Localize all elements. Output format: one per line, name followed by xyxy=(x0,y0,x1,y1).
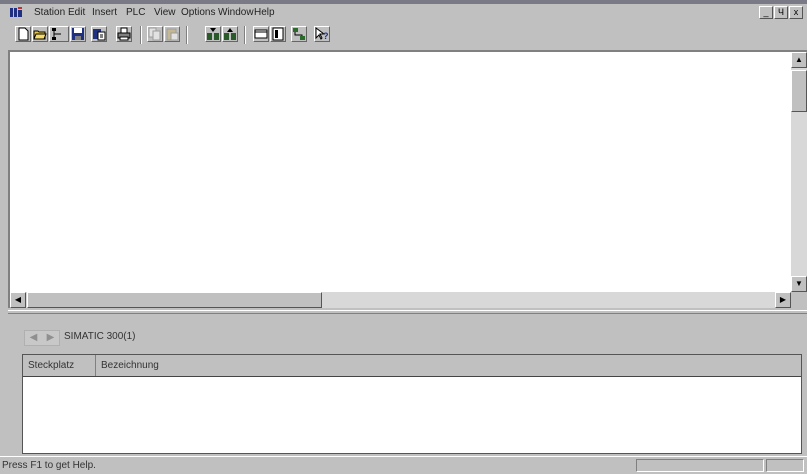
vertical-scroll-thumb[interactable] xyxy=(791,70,807,112)
catalog-button[interactable] xyxy=(253,26,269,42)
save-icon xyxy=(72,28,84,40)
status-text: Press F1 to get Help. xyxy=(2,460,96,471)
print-button[interactable] xyxy=(116,26,132,42)
menu-view[interactable]: View xyxy=(154,7,176,18)
svg-text:?: ? xyxy=(323,31,329,41)
horizontal-scroll-thumb[interactable] xyxy=(27,292,322,308)
app-icon[interactable] xyxy=(10,7,23,18)
properties-button[interactable] xyxy=(270,26,286,42)
status-bar: Press F1 to get Help. xyxy=(0,456,807,474)
arrow-down-icon: ▼ xyxy=(795,279,803,288)
toolbar-separator xyxy=(186,26,188,44)
menu-bar: Station Edit Insert PLC View Options Win… xyxy=(0,4,807,21)
toolbar: ? xyxy=(0,21,807,49)
column-header-steckplatz[interactable]: Steckplatz xyxy=(23,355,96,376)
context-help-icon: ? xyxy=(315,27,329,41)
menu-plc[interactable]: PLC xyxy=(126,7,145,18)
accessible-nodes-button[interactable] xyxy=(49,26,69,42)
table-header: Steckplatz Bezeichnung xyxy=(23,355,801,377)
arrow-right-icon[interactable]: ▶ xyxy=(47,332,55,344)
menu-insert[interactable]: Insert xyxy=(92,7,117,18)
network-button[interactable] xyxy=(291,26,307,42)
open-button[interactable] xyxy=(32,26,48,42)
menu-edit[interactable]: Edit xyxy=(68,7,85,18)
arrow-left-icon: ◀ xyxy=(14,295,22,304)
paste-button[interactable] xyxy=(164,26,180,42)
toolbar-separator xyxy=(244,26,246,44)
rack-title: SIMATIC 300(1) xyxy=(64,331,136,342)
menu-station[interactable]: Station xyxy=(34,7,65,18)
toolbar-separator xyxy=(140,26,142,44)
scroll-down-button[interactable]: ▼ xyxy=(791,276,807,292)
size-grip[interactable] xyxy=(791,292,807,308)
horizontal-scrollbar[interactable]: ◀ ▶ xyxy=(10,292,791,308)
print-icon xyxy=(117,27,131,41)
upload-icon xyxy=(224,28,236,40)
restore-button[interactable]: Ч xyxy=(774,6,788,19)
properties-icon xyxy=(272,27,284,41)
rack-detail-panel: ◀ ▶ SIMATIC 300(1) Steckplatz Bezeichnun… xyxy=(8,314,807,456)
minimize-button[interactable]: _ xyxy=(759,6,773,19)
status-pane xyxy=(766,459,804,472)
rack-navigation: ◀ ▶ xyxy=(24,330,60,346)
context-help-button[interactable]: ? xyxy=(314,26,330,42)
copy-icon xyxy=(148,27,161,41)
upload-button[interactable] xyxy=(222,26,238,42)
station-window[interactable] xyxy=(8,50,807,308)
copy-button[interactable] xyxy=(147,26,163,42)
open-icon xyxy=(33,30,47,40)
arrow-right-icon: ▶ xyxy=(779,295,787,304)
download-icon xyxy=(207,28,219,40)
slot-table[interactable]: Steckplatz Bezeichnung xyxy=(22,354,802,454)
download-button[interactable] xyxy=(205,26,221,42)
save-button[interactable] xyxy=(70,26,86,42)
network-icon xyxy=(293,28,305,40)
scroll-up-button[interactable]: ▲ xyxy=(791,52,807,68)
arrow-left-icon[interactable]: ◀ xyxy=(30,332,38,344)
close-button[interactable]: x xyxy=(789,6,803,19)
paste-icon xyxy=(166,28,179,41)
catalog-icon xyxy=(254,29,268,39)
new-icon xyxy=(18,27,29,41)
menu-options[interactable]: Options xyxy=(181,7,215,18)
vertical-scrollbar[interactable]: ▲ ▼ xyxy=(791,52,807,292)
column-header-bezeichnung[interactable]: Bezeichnung xyxy=(96,355,803,376)
menu-window[interactable]: Window xyxy=(218,7,254,18)
save-compile-icon xyxy=(93,29,106,41)
new-button[interactable] xyxy=(15,26,31,42)
status-pane xyxy=(636,459,764,472)
menu-help[interactable]: Help xyxy=(254,7,275,18)
save-compile-button[interactable] xyxy=(91,26,107,42)
window-controls: _ Ч x xyxy=(759,6,803,19)
arrow-up-icon: ▲ xyxy=(795,55,803,64)
accessible-nodes-icon xyxy=(52,28,61,40)
scroll-left-button[interactable]: ◀ xyxy=(10,292,26,308)
scroll-right-button[interactable]: ▶ xyxy=(775,292,791,308)
